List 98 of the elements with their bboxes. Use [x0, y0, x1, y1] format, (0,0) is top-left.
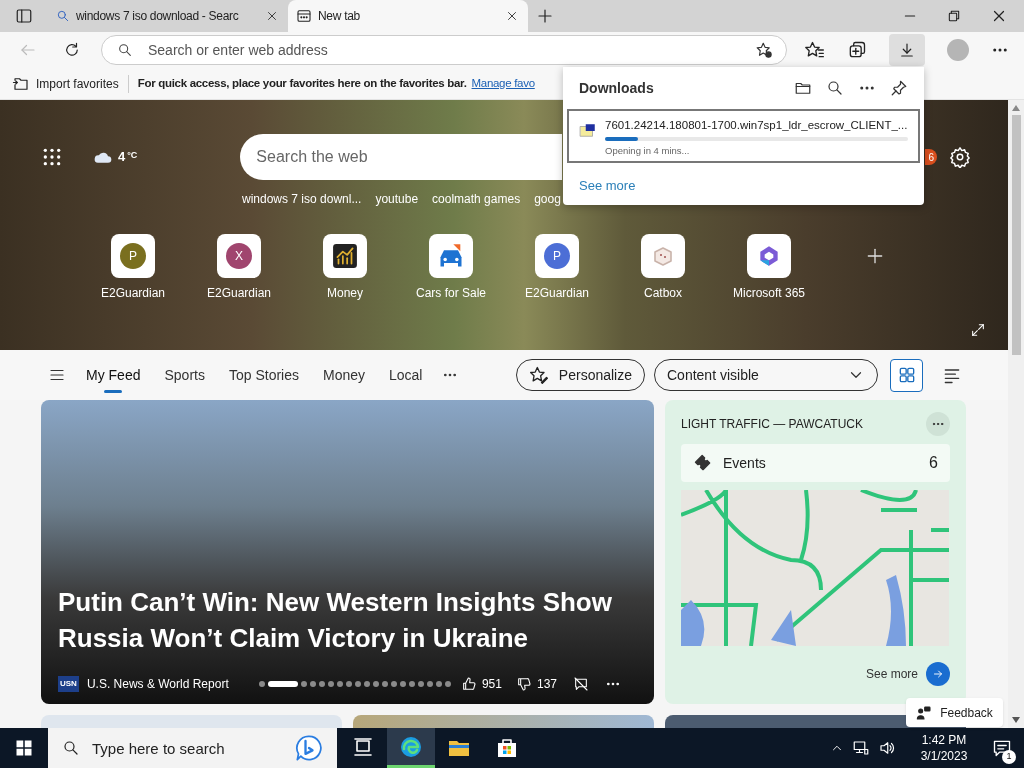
collections-icon[interactable] [847, 40, 867, 60]
scroll-down-icon[interactable] [1012, 717, 1020, 723]
manage-favorites-link[interactable]: Manage favo [471, 74, 535, 93]
wave-circle-icon [399, 734, 423, 759]
events-row[interactable]: Events 6 [681, 444, 950, 482]
source-logo: USN [58, 676, 79, 692]
events-label: Events [723, 453, 767, 473]
panel-title: Downloads [579, 78, 655, 98]
download-item[interactable]: 7601.24214.180801-1700.win7sp1_ldr_escrow_CLIENT_... Opening in 4 mins... [567, 109, 920, 163]
traffic-card[interactable]: LIGHT TRAFFIC — PAWCATUCK Events 6 See more [665, 400, 966, 704]
quick-link[interactable]: Catbox [610, 234, 716, 302]
search-suggestion-link[interactable]: windows 7 iso downl... [242, 190, 362, 206]
dislike-button[interactable]: 137 [515, 675, 557, 693]
search-icon [117, 42, 133, 58]
next-button[interactable] [926, 662, 950, 686]
chart-icon [332, 243, 358, 269]
box-icon [651, 244, 675, 268]
taskbar-app-button[interactable] [387, 728, 435, 768]
new-tab-icon[interactable] [536, 7, 554, 25]
browser-tab[interactable]: windows 7 iso download - Searc [48, 0, 288, 32]
thumbs-down-icon [515, 676, 532, 692]
see-more-link[interactable]: See more [865, 665, 918, 683]
notification-count: 1 [1002, 750, 1016, 764]
network-icon[interactable] [852, 739, 870, 757]
quick-link[interactable]: Microsoft 365 [716, 234, 822, 302]
letter-avatar: P [120, 243, 146, 269]
grid-view-button[interactable] [890, 358, 923, 392]
clock[interactable]: 1:42 PM 3/1/2023 [908, 732, 980, 764]
ticket-icon [693, 453, 713, 473]
temperature: 4 [118, 148, 126, 167]
shopping-bag-icon [495, 736, 519, 760]
quick-link[interactable]: Money [292, 234, 398, 302]
letter-avatar: X [226, 243, 252, 269]
favorites-icon[interactable] [805, 40, 825, 60]
star-icon [528, 365, 549, 385]
search-suggestion-link[interactable]: coolmath games [432, 190, 521, 206]
chat-bubble-icon [295, 734, 323, 762]
scrollbar[interactable] [1008, 100, 1024, 728]
taskbar-search-field[interactable]: Type here to search [48, 728, 337, 768]
more-button[interactable] [926, 412, 950, 436]
windows-start-icon[interactable] [15, 739, 33, 757]
feed-tab[interactable]: Sports [164, 357, 205, 393]
restore-icon[interactable] [946, 8, 962, 24]
feed-tab[interactable]: Local [389, 357, 423, 393]
search-icon [56, 9, 70, 23]
downloads-button[interactable] [889, 34, 925, 66]
source-name: U.S. News & World Report [86, 676, 229, 693]
quick-link[interactable]: P E2Guardian [80, 234, 186, 302]
feed-tab[interactable]: Top Stories [228, 357, 299, 393]
feed-tab[interactable]: My Feed [86, 357, 141, 393]
tab-title: windows 7 iso download - Searc [76, 8, 240, 25]
search-suggestion-link[interactable]: youtube [375, 190, 419, 206]
import-favorites-button[interactable]: Import favorites [12, 74, 119, 93]
volume-icon[interactable] [878, 739, 896, 757]
card-title: LIGHT TRAFFIC — PAWCATUCK [681, 416, 863, 433]
apps-icon[interactable] [42, 147, 62, 167]
add-favorite-icon[interactable] [755, 41, 773, 59]
arrow-right-icon [931, 667, 945, 681]
web-search-field[interactable]: Search the web [240, 134, 563, 180]
search-suggestion-link[interactable]: goog [534, 190, 561, 206]
pin-icon[interactable] [890, 79, 908, 97]
close-icon [505, 9, 519, 23]
tab-title: New tab [318, 8, 361, 25]
scrollbar-thumb[interactable] [1011, 115, 1021, 355]
browser-tab[interactable]: New tab [288, 0, 528, 32]
search-icon[interactable] [826, 79, 844, 97]
letter-avatar: P [544, 243, 570, 269]
quick-link[interactable]: Cars for Sale [398, 234, 504, 302]
news-card[interactable]: Putin Can’t Win: New Western Insights Show Russia Won’t Claim Victory in Ukraine USN U.S. News & World Report 951 137 [41, 400, 654, 704]
close-icon [265, 9, 279, 23]
expand-icon[interactable] [970, 322, 986, 338]
temperature-unit: °C [127, 149, 138, 162]
feed-tab[interactable]: Money [323, 357, 365, 393]
refresh-icon[interactable] [63, 41, 81, 59]
feedback-icon [916, 704, 933, 721]
download-icon [898, 41, 916, 59]
file-name: 7601.24214.180801-1700.win7sp1_ldr_escrow_CLIENT_... [605, 118, 908, 133]
like-button[interactable]: 951 [460, 675, 502, 693]
thumbs-up-icon [460, 676, 477, 692]
address-field[interactable]: Search or enter web address [101, 35, 787, 65]
favorites-hint: For quick access, place your favorites here on the favorites bar. [137, 75, 467, 91]
browser-tab-icon [296, 8, 312, 24]
settings-icon[interactable] [949, 146, 972, 168]
scroll-up-icon[interactable] [1012, 105, 1020, 111]
sidebar-icon[interactable] [15, 7, 33, 25]
notification-badge[interactable]: 6 [925, 149, 938, 165]
download-status: Opening in 4 mins... [605, 144, 691, 159]
quick-link[interactable]: X E2Guardian [186, 234, 292, 302]
feedback-button[interactable]: Feedback [906, 698, 1003, 727]
file-icon [579, 122, 597, 140]
see-more-link[interactable]: See more [579, 176, 920, 196]
events-count: 6 [929, 453, 938, 473]
add-site-icon[interactable] [865, 246, 885, 266]
quick-link[interactable]: P E2Guardian [504, 234, 610, 302]
headline[interactable]: Putin Can’t Win: New Western Insights Show Russia Won’t Claim Victory in Ukraine [58, 584, 637, 656]
notification-icon[interactable] [992, 738, 1012, 758]
comments-off-icon[interactable] [573, 676, 589, 692]
search-icon [62, 739, 80, 757]
